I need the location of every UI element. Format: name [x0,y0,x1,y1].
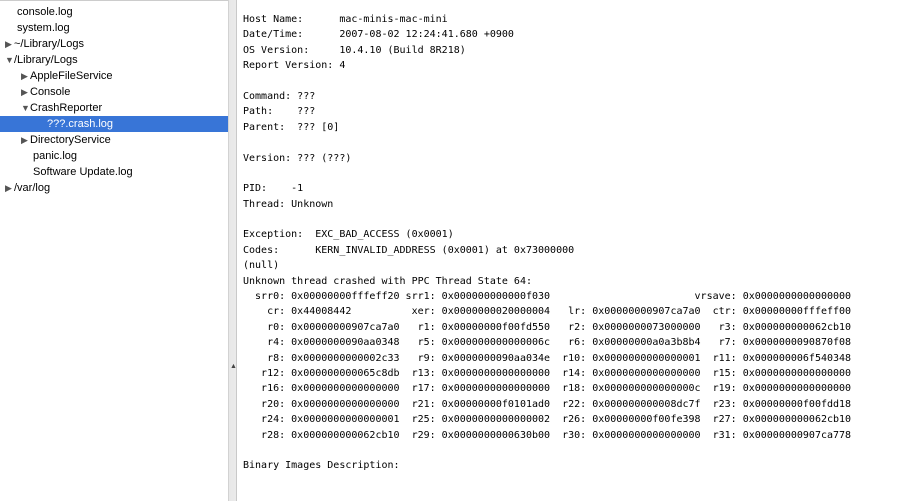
disclosure-collapsed-icon[interactable]: ▶ [21,84,30,100]
log-line: r24: 0x0000000000000001 r25: 0x000000000… [243,414,852,426]
log-line: OS Version: 10.4.10 (Build 8R218) [243,44,466,56]
disclosure-collapsed-icon[interactable]: ▶ [21,68,30,84]
sidebar-item-label: ~/Library/Logs [14,38,85,50]
sidebar-item-label: DirectoryService [30,134,111,146]
log-line: Parent: ??? [0] [243,121,340,133]
log-line: Unknown thread crashed with PPC Thread S… [243,275,532,287]
sidebar-item[interactable]: panic.log [0,148,261,164]
log-line: PID: -1 [243,183,304,195]
split-view-divider[interactable]: ▲ [228,0,237,501]
log-source-sidebar[interactable]: console.log system.log ▶ ~/Library/Logs ▼/Li… [0,0,275,502]
log-line: Command: ??? [243,90,316,102]
sidebar-item[interactable]: ▼/Library/Logs [0,52,233,68]
log-line: Version: ??? (???) [243,152,352,164]
disclosure-expanded-icon[interactable]: ▼ [5,52,14,68]
log-line: r20: 0x0000000000000000 r21: 0x00000000f… [243,398,852,410]
sidebar-item[interactable]: ▶ AppleFileService [0,68,249,84]
divider-grip-icon[interactable]: ▲ [230,363,237,370]
sidebar-item[interactable]: ▶ Console [0,84,249,100]
log-line: Exception: EXC_BAD_ACCESS (0x0001) [243,229,454,241]
crash-log-text: Host Name: mac-minis-mac-mini Date/Time: … [243,12,851,474]
disclosure-collapsed-icon[interactable]: ▶ [5,180,14,196]
log-line: r16: 0x0000000000000000 r17: 0x000000000… [243,383,852,395]
log-line: (null) [243,260,280,272]
log-line: Codes: KERN_INVALID_ADDRESS (0x0001) at … [243,244,575,256]
sidebar-item-label: AppleFileService [30,70,113,82]
sidebar-item-label: /var/log [14,182,51,194]
sidebar-item[interactable]: ▶ ~/Library/Logs [0,36,233,52]
log-line: Thread: Unknown [243,198,334,210]
log-line: Path: ??? [243,106,316,118]
log-line: r8: 0x0000000000002c33 r9: 0x0000000090a… [243,352,852,364]
sidebar-item[interactable]: ▶/var/log [0,180,233,196]
sidebar-item-label: system.log [17,22,70,34]
sidebar-item-label: CrashReporter [30,102,103,114]
sidebar-item-label: Software Update.log [33,166,133,178]
log-line: Date/Time: 2007-08-02 12:24:41.680 +0900 [243,29,514,41]
log-line: srr0: 0x00000000fffeff20 srr1: 0x0000000… [243,291,852,303]
log-line: Binary Images Description: [243,460,400,472]
sidebar-item-label: /Library/Logs [14,54,78,66]
sidebar-item[interactable]: ▶ DirectoryService [0,132,249,148]
sidebar-item-label: panic.log [33,150,78,162]
log-line: Host Name: mac-minis-mac-mini [243,14,448,25]
log-line: r12: 0x000000000065c8db r13: 0x000000000… [243,367,852,379]
sidebar-item-label: ???.crash.log [47,118,114,130]
log-line: Report Version: 4 [243,60,346,72]
log-line: r28: 0x000000000062cb10 r29: 0x000000000… [243,429,852,441]
log-line: r4: 0x0000000090aa0348 r5: 0x00000000000… [243,337,852,349]
sidebar-item-label: Console [30,86,71,98]
disclosure-collapsed-icon[interactable]: ▶ [21,132,30,148]
sidebar-item[interactable]: ▼CrashReporter [0,100,249,116]
log-line: cr: 0x44008442 xer: 0x0000000020000004 l… [243,306,852,318]
disclosure-expanded-icon[interactable]: ▼ [21,100,30,116]
sidebar-item[interactable]: Software Update.log [0,164,261,180]
sidebar-item[interactable]: system.log [0,20,245,36]
disclosure-collapsed-icon[interactable]: ▶ [5,36,14,52]
log-content-view[interactable]: Host Name: mac-minis-mac-mini Date/Time: … [237,0,921,501]
sidebar-item[interactable]: console.log [0,4,245,20]
log-line: r0: 0x00000000907ca7a0 r1: 0x00000000f00… [243,321,852,333]
sidebar-item-label: console.log [17,6,73,18]
